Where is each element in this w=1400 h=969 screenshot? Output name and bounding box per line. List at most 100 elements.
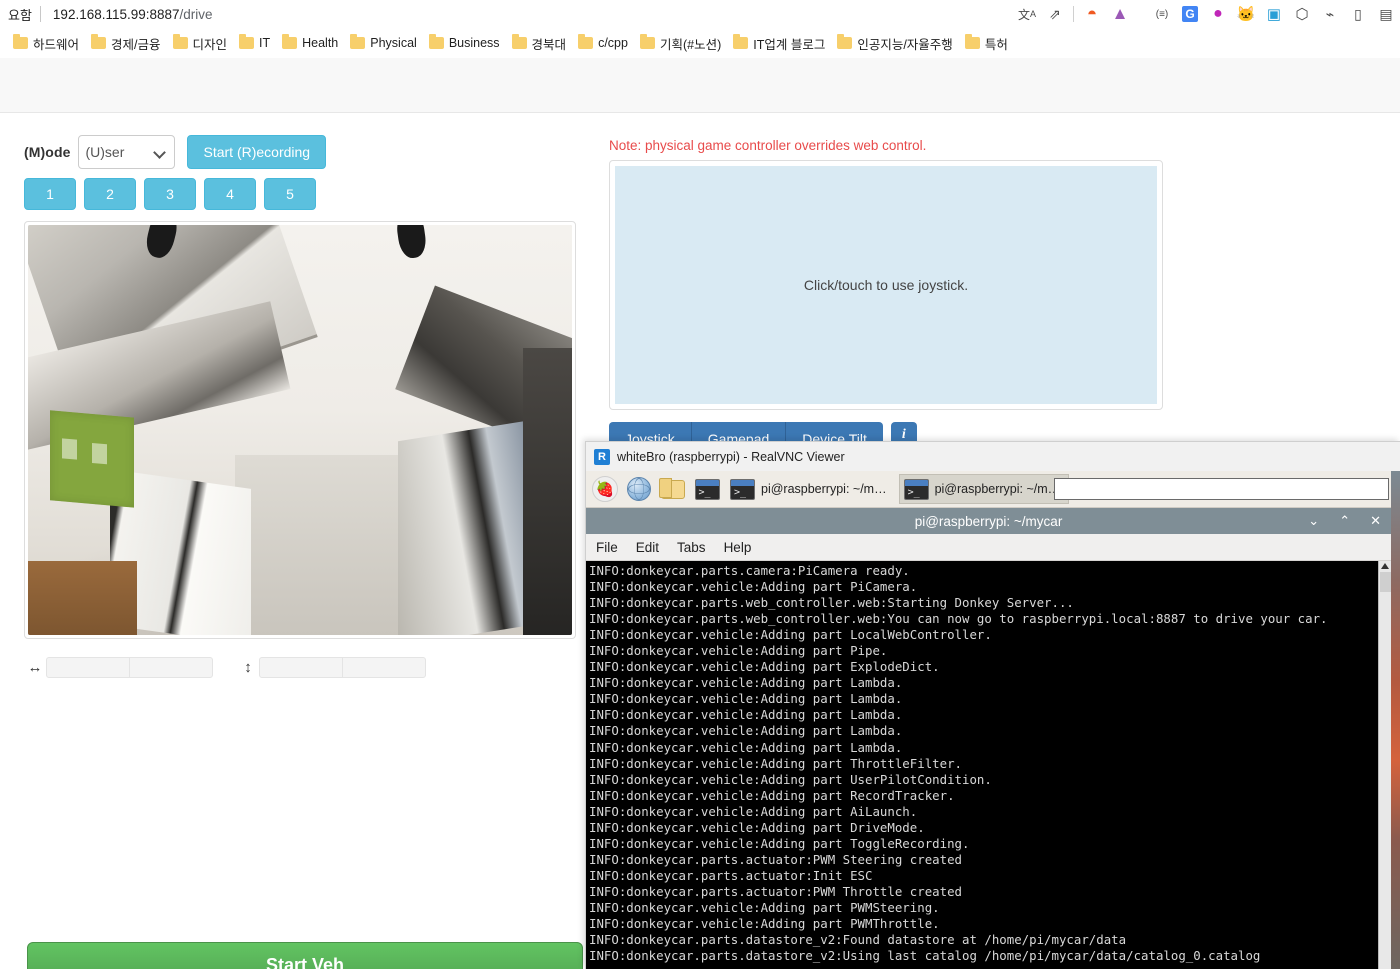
bookmark-label: IT업계 블로그 [753,37,826,52]
preset-button-1[interactable]: 1 [24,178,76,210]
brave-shields-icon[interactable]: ◓ [1078,0,1106,28]
bookmark-item[interactable]: c/cpp [573,34,635,52]
start-recording-button[interactable]: Start (R)ecording [187,135,327,169]
bookmark-item[interactable]: 인공지능/자율주행 [832,32,959,55]
taskbar-overlay-box [1054,478,1389,500]
sidebar-toggle-icon[interactable]: ▯ [1344,0,1372,28]
address-url[interactable]: 192.168.115.99:8887/drive [41,7,213,22]
menu-tabs[interactable]: Tabs [677,540,706,555]
scroll-up-arrow-icon[interactable] [1381,563,1389,569]
bookmark-item[interactable]: IT [234,34,277,52]
terminal-menubar: File Edit Tabs Help [586,534,1391,561]
folder-icon [282,34,298,49]
menu-edit[interactable]: Edit [636,540,659,555]
terminal-launcher-icon[interactable]: >_ [692,474,722,504]
bookmark-item[interactable]: 하드웨어 [8,32,86,55]
folder-icon [172,34,188,49]
joystick-panel[interactable]: Click/touch to use joystick. [609,160,1163,410]
terminal-window[interactable]: pi@raspberrypi: ~/mycar ⌄ ⌃ ✕ File Edit … [586,508,1391,969]
ninja-extension-icon[interactable]: 🐱 [1232,0,1260,28]
preset-button-5[interactable]: 5 [264,178,316,210]
joystick-column: Note: physical game controller overrides… [609,138,1165,456]
mode-select-wrapper: (U)ser Local Angle Local Pilot [78,135,176,169]
throttle-slider[interactable] [259,657,426,678]
bookmark-label: Health [302,36,339,50]
page-navbar [0,58,1400,113]
file-manager-icon[interactable] [658,474,688,504]
reading-list-icon[interactable]: (≡) [1148,0,1176,28]
minimize-icon[interactable]: ⌄ [1308,513,1319,529]
realvnc-logo-icon: R [594,448,610,465]
preset-button-4[interactable]: 4 [204,178,256,210]
terminal-title: pi@raspberrypi: ~/mycar [914,513,1063,529]
raspberry-menu-icon[interactable]: 🍓 [590,474,620,504]
terminal-glyph: >_ [694,478,720,500]
puzzle-extensions-icon[interactable]: ⬡ [1288,0,1316,28]
bookmark-label: 인공지능/자율주행 [857,37,953,52]
bookmark-label: 기획(#노션) [659,37,722,52]
terminal-titlebar: pi@raspberrypi: ~/mycar ⌄ ⌃ ✕ [586,508,1391,534]
toolbar-divider [1073,6,1074,22]
folder-icon [578,34,594,49]
wallet-icon[interactable]: ▤ [1372,0,1400,28]
camera-feed-frame [24,221,576,639]
bookmark-item[interactable]: IT업계 블로그 [728,32,832,55]
folder-icon [91,34,107,49]
folder-icon [511,34,527,49]
scrollbar-thumb[interactable] [1380,572,1391,592]
close-icon[interactable]: ✕ [1370,513,1381,529]
taskbar-window-button-2[interactable]: >_ pi@raspberrypi: ~/m… [898,474,1070,504]
folder-icon [733,34,749,49]
translate-icon[interactable]: 文A [1013,0,1041,28]
bookmark-item[interactable]: 경제/금융 [86,32,167,55]
joystick-area[interactable]: Click/touch to use joystick. [615,166,1157,404]
bookmark-label: c/cpp [598,36,628,50]
folder-icon [350,34,366,49]
terminal-log-text: INFO:donkeycar.parts.camera:PiCamera rea… [589,563,1328,964]
steering-slider-left-half [47,658,129,677]
taskbar-window-button-1[interactable]: >_ pi@raspberrypi: ~/m… [726,474,895,504]
bookmark-item[interactable]: 경북대 [507,32,574,55]
bookmark-item[interactable]: 특허 [960,32,1015,55]
menu-help[interactable]: Help [724,540,752,555]
cast-icon[interactable]: ⌁ [1316,0,1344,28]
taskbar-window-label: pi@raspberrypi: ~/m… [761,482,887,496]
vnc-remote-screen[interactable]: 🍓 >_ >_ pi@raspberrypi: ~/m… >_ pi@raspb… [586,471,1400,969]
purple-extension-icon[interactable]: ● [1204,0,1232,28]
blue-extension-icon[interactable]: ▣ [1260,0,1288,28]
terminal-icon: >_ [730,478,755,500]
joystick-hint-text: Click/touch to use joystick. [803,277,969,293]
screenshot-root: 요함 192.168.115.99:8887/drive 文A ⇗ ◓ ▲ (≡… [0,0,1400,969]
steering-slider[interactable] [46,657,213,678]
brave-rewards-icon[interactable]: ▲ [1106,0,1134,28]
preset-button-3[interactable]: 3 [144,178,196,210]
preset-button-2[interactable]: 2 [84,178,136,210]
bookmark-label: 경제/금융 [111,37,161,52]
google-translate-extension-icon[interactable]: G [1176,0,1204,28]
folder-icon [964,34,980,49]
bookmark-item[interactable]: Physical [345,34,424,52]
mode-select[interactable]: (U)ser Local Angle Local Pilot [78,135,176,169]
steering-icon: ↔ [27,659,43,676]
bookmark-label: IT [259,36,271,50]
bookmark-item[interactable]: 기획(#노션) [635,32,728,55]
bookmark-item[interactable]: Business [424,34,507,52]
share-icon[interactable]: ⇗ [1041,0,1069,28]
camera-feed-image [28,225,572,635]
web-browser-icon[interactable] [624,474,654,504]
realvnc-viewer-window[interactable]: R whiteBro (raspberrypi) - RealVNC Viewe… [585,441,1400,969]
maximize-icon[interactable]: ⌃ [1339,513,1350,529]
terminal-output-area[interactable]: INFO:donkeycar.parts.camera:PiCamera rea… [586,561,1391,969]
vnc-titlebar: R whiteBro (raspberrypi) - RealVNC Viewe… [586,442,1400,471]
start-vehicle-button[interactable]: Start Veh [27,942,583,969]
bookmarks-bar: 하드웨어 경제/금융 디자인 IT Health Physical Busine… [0,28,1400,58]
raspbian-desktop-wallpaper [1390,471,1400,969]
folder-icon [837,34,853,49]
throttle-slider-left-half [260,658,342,677]
bookmark-item[interactable]: Health [277,34,345,52]
raspbian-taskbar: 🍓 >_ >_ pi@raspberrypi: ~/m… >_ pi@raspb… [586,471,1391,508]
bookmark-label: Physical [370,36,417,50]
bookmark-item[interactable]: 디자인 [168,32,235,55]
menu-file[interactable]: File [596,540,618,555]
terminal-scrollbar[interactable] [1378,561,1391,969]
